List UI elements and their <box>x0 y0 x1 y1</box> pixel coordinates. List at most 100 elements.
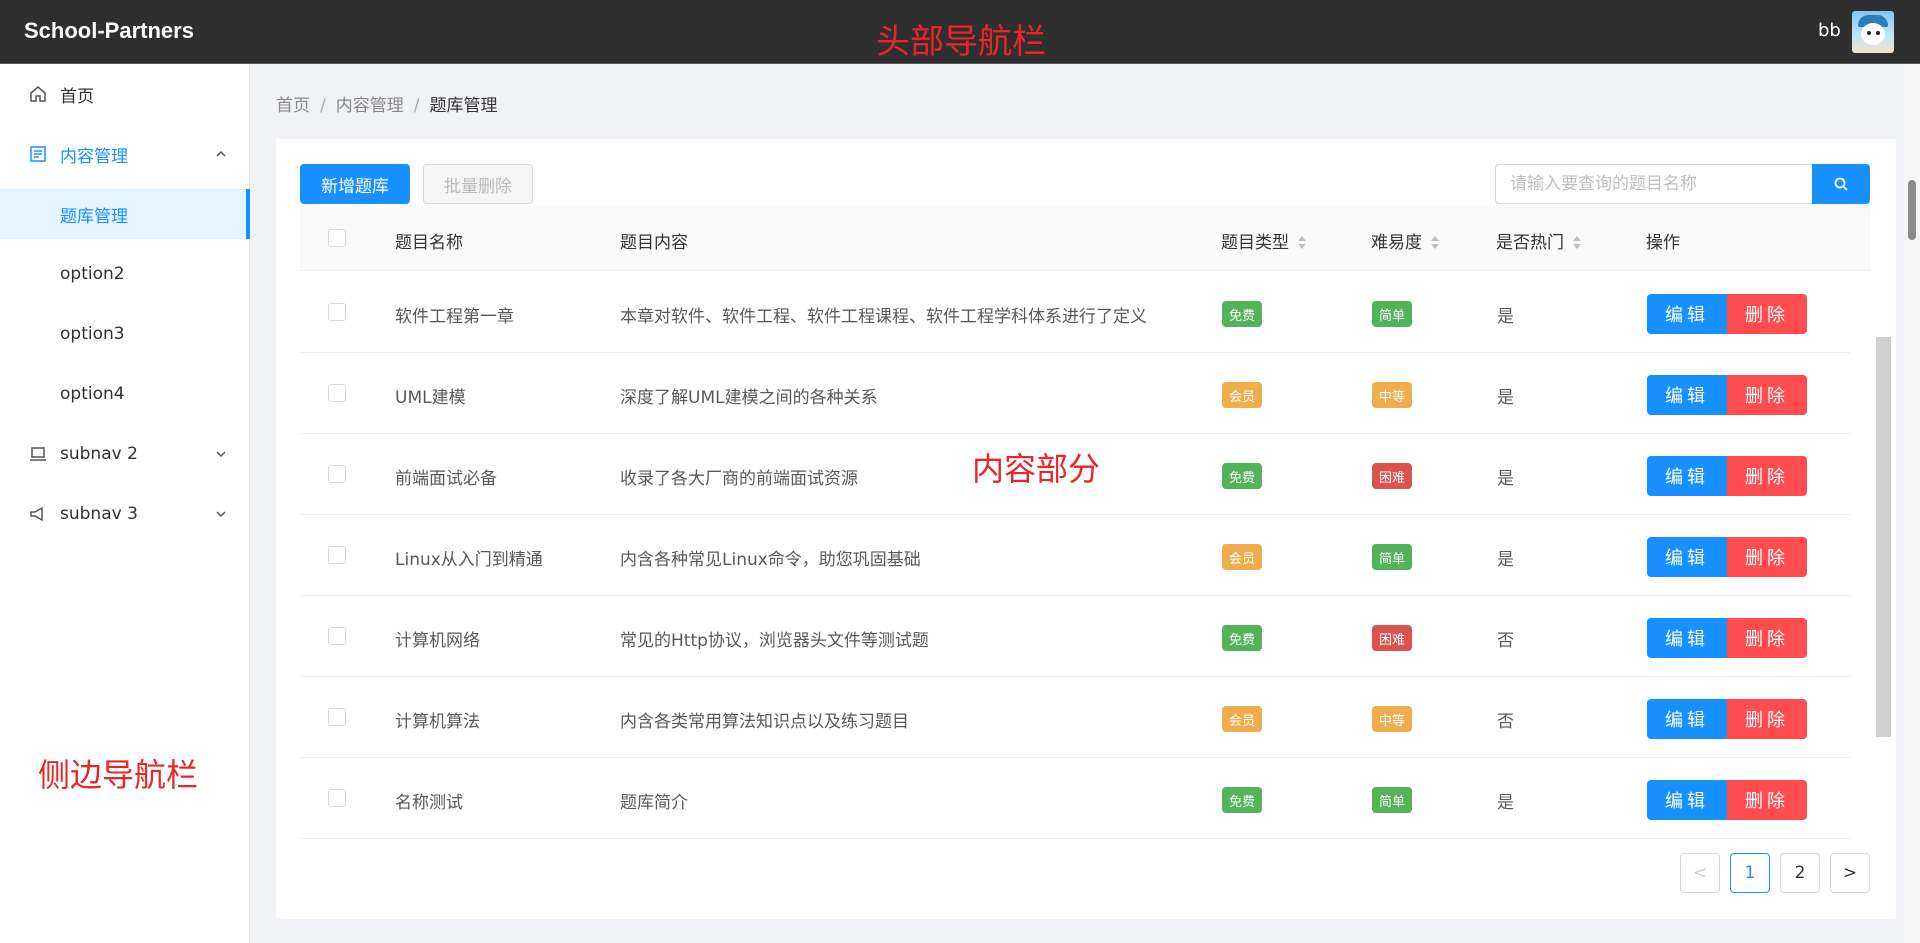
pagination-page-2[interactable]: 2 <box>1780 853 1820 893</box>
edit-button[interactable]: 编辑 <box>1647 537 1727 577</box>
search-icon <box>1834 177 1848 191</box>
hot-value: 是 <box>1497 550 1514 570</box>
chevron-down-icon <box>216 511 226 518</box>
column-header-content: 题目内容 <box>620 233 688 253</box>
row-checkbox[interactable] <box>328 303 346 321</box>
delete-button[interactable]: 删除 <box>1727 780 1807 820</box>
question-content: 内含各种常见Linux命令，助您巩固基础 <box>620 550 921 570</box>
hot-value: 是 <box>1497 469 1514 489</box>
sidebar-item-subnav-3[interactable]: subnav 3 <box>0 489 250 539</box>
pagination-page-1[interactable]: 1 <box>1730 853 1770 893</box>
difficulty-tag: 简单 <box>1372 787 1413 813</box>
column-header-hot[interactable]: 是否热门 <box>1496 228 1582 253</box>
type-tag: 免费 <box>1222 625 1263 651</box>
difficulty-tag: 中等 <box>1372 706 1413 732</box>
hot-value: 是 <box>1497 793 1514 813</box>
table-row: UML建模 深度了解UML建模之间的各种关系 会员 中等 是 编辑 删除 <box>300 353 1850 434</box>
sidebar-item-label: option4 <box>60 384 125 404</box>
edit-button[interactable]: 编辑 <box>1647 294 1727 334</box>
question-name: 前端面试必备 <box>395 469 497 489</box>
content-annotation: 内容部分 <box>972 450 1101 488</box>
header-annotation: 头部导航栏 <box>876 22 1046 62</box>
delete-button[interactable]: 删除 <box>1727 618 1807 658</box>
sort-icon <box>1430 236 1440 250</box>
page-scrollbar[interactable] <box>1908 180 1916 240</box>
row-checkbox[interactable] <box>328 708 346 726</box>
delete-button[interactable]: 删除 <box>1727 294 1807 334</box>
column-header-type[interactable]: 题目类型 <box>1221 228 1307 253</box>
edit-button[interactable]: 编辑 <box>1647 780 1727 820</box>
username[interactable]: bb <box>1818 20 1841 41</box>
column-header-difficulty[interactable]: 难易度 <box>1371 228 1440 253</box>
sidebar-item-option2[interactable]: option2 <box>0 249 250 299</box>
row-checkbox[interactable] <box>328 627 346 645</box>
question-content: 常见的Http协议，浏览器头文件等测试题 <box>620 631 929 651</box>
sidebar-item-option4[interactable]: option4 <box>0 369 250 419</box>
difficulty-tag: 中等 <box>1372 382 1413 408</box>
row-checkbox[interactable] <box>328 789 346 807</box>
edit-button[interactable]: 编辑 <box>1647 699 1727 739</box>
table-row: Linux从入门到精通 内含各种常见Linux命令，助您巩固基础 会员 简单 是 编辑 删除 <box>300 515 1850 596</box>
sidebar-item-question-bank[interactable]: 题库管理 <box>0 189 250 239</box>
question-name: 计算机算法 <box>395 712 480 732</box>
question-name: 软件工程第一章 <box>395 307 514 327</box>
question-name: UML建模 <box>395 388 466 408</box>
sidebar-annotation: 侧边导航栏 <box>38 756 199 794</box>
search-input[interactable] <box>1495 164 1812 204</box>
row-checkbox[interactable] <box>328 465 346 483</box>
question-content: 深度了解UML建模之间的各种关系 <box>620 388 878 408</box>
sidebar: 首页 内容管理 题库管理 option2 option3 option4 sub… <box>0 64 250 943</box>
avatar[interactable] <box>1852 11 1894 53</box>
hot-value: 否 <box>1497 712 1514 732</box>
content-icon <box>30 146 46 162</box>
table-row: 计算机算法 内含各类常用算法知识点以及练习题目 会员 中等 否 编辑 删除 <box>300 677 1850 758</box>
table-row: 名称测试 题库简介 免费 简单 是 编辑 删除 <box>300 758 1850 839</box>
edit-button[interactable]: 编辑 <box>1647 618 1727 658</box>
row-checkbox[interactable] <box>328 384 346 402</box>
sidebar-item-label: 首页 <box>60 86 94 107</box>
difficulty-tag: 简单 <box>1372 301 1413 327</box>
breadcrumb-item-content[interactable]: 内容管理 <box>336 91 404 116</box>
app-title[interactable]: School-Partners <box>24 18 194 44</box>
sidebar-item-label: 题库管理 <box>60 206 128 227</box>
sidebar-item-home[interactable]: 首页 <box>0 69 250 119</box>
sidebar-item-subnav-2[interactable]: subnav 2 <box>0 429 250 479</box>
add-question-bank-button[interactable]: 新增题库 <box>300 164 410 204</box>
delete-button[interactable]: 删除 <box>1727 456 1807 496</box>
table-row: 软件工程第一章 本章对软件、软件工程、软件工程课程、软件工程学科体系进行了定义 免费… <box>300 272 1850 353</box>
question-name: 名称测试 <box>395 793 463 813</box>
breadcrumb-item-home[interactable]: 首页 <box>276 91 310 116</box>
question-content: 收录了各大厂商的前端面试资源 <box>620 469 858 489</box>
sidebar-item-label: option2 <box>60 264 125 284</box>
type-tag: 免费 <box>1222 787 1263 813</box>
pagination-prev[interactable]: < <box>1680 853 1720 893</box>
type-tag: 会员 <box>1222 544 1263 570</box>
hot-value: 是 <box>1497 307 1514 327</box>
breadcrumb: 首页 / 内容管理 / 题库管理 <box>276 91 497 116</box>
delete-button[interactable]: 删除 <box>1727 699 1807 739</box>
sidebar-item-content-management[interactable]: 内容管理 <box>0 129 250 179</box>
table-row: 计算机网络 常见的Http协议，浏览器头文件等测试题 免费 困难 否 编辑 删除 <box>300 596 1850 677</box>
edit-button[interactable]: 编辑 <box>1647 375 1727 415</box>
chevron-down-icon <box>216 451 226 458</box>
sidebar-item-option3[interactable]: option3 <box>0 309 250 359</box>
delete-button[interactable]: 删除 <box>1727 537 1807 577</box>
delete-button[interactable]: 删除 <box>1727 375 1807 415</box>
column-header-name: 题目名称 <box>395 233 463 253</box>
edit-button[interactable]: 编辑 <box>1647 456 1727 496</box>
hot-value: 是 <box>1497 388 1514 408</box>
sort-icon <box>1572 236 1582 250</box>
table-scrollbar[interactable] <box>1876 337 1891 737</box>
type-tag: 免费 <box>1222 301 1263 327</box>
row-checkbox[interactable] <box>328 546 346 564</box>
batch-delete-button[interactable]: 批量删除 <box>423 164 533 204</box>
pagination-next[interactable]: > <box>1830 853 1870 893</box>
content-card: 新增题库 批量删除 题目名称 题目内容 题目类型 难易度 是否热门 操作 软件工… <box>276 139 1896 919</box>
difficulty-tag: 困难 <box>1372 625 1413 651</box>
sidebar-item-label: option3 <box>60 324 125 344</box>
type-tag: 会员 <box>1222 706 1263 732</box>
difficulty-tag: 简单 <box>1372 544 1413 570</box>
chevron-up-icon <box>216 150 226 157</box>
select-all-checkbox[interactable] <box>328 229 346 247</box>
search-button[interactable] <box>1812 164 1870 204</box>
